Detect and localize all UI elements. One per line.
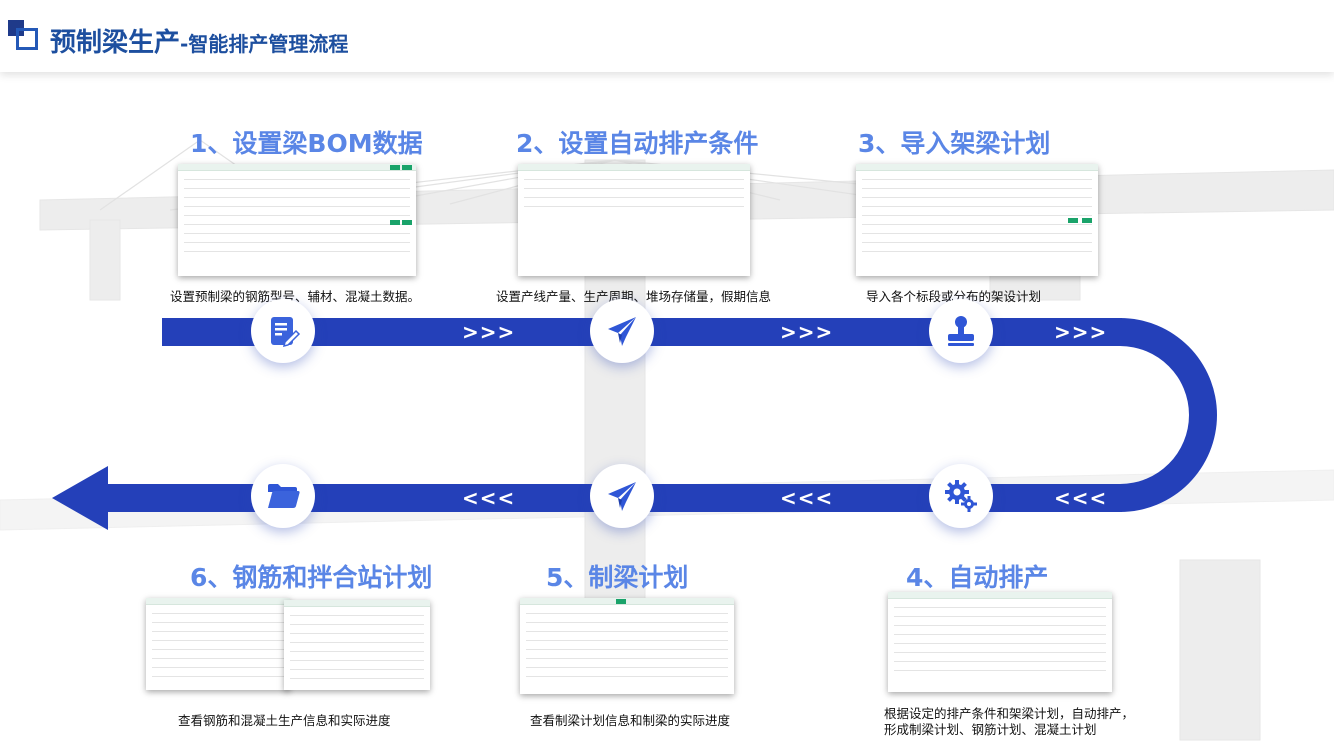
paper-plane-icon: [608, 317, 636, 346]
gears-icon: [945, 480, 977, 512]
step-5-description: 查看制梁计划信息和制梁的实际进度: [530, 713, 731, 728]
paper-plane-icon: [608, 482, 636, 511]
flow-arrows-5: <<<: [780, 486, 834, 510]
flow-arrows-6: <<<: [462, 486, 516, 510]
step-3-icon-circle: [929, 299, 993, 363]
edit-document-icon: [271, 317, 301, 348]
step-3-screenshot: [856, 164, 1098, 276]
flow-arrows-2: >>>: [780, 320, 834, 344]
step-2-title: 2、设置自动排产条件: [516, 129, 759, 158]
flow-arrows-1: >>>: [462, 320, 516, 344]
step-6-screenshot-a: [146, 598, 290, 690]
step-4-description-line2: 形成制梁计划、钢筋计划、混凝土计划: [884, 722, 1097, 737]
step-5-icon-circle: [590, 464, 654, 528]
step-4-title: 4、自动排产: [906, 563, 1049, 592]
step-3-title: 3、导入架梁计划: [858, 129, 1051, 158]
step-4-screenshot: [888, 592, 1112, 692]
step-1-screenshot: [178, 164, 416, 276]
step-6-screenshot-b: [284, 600, 430, 690]
step-5-screenshot: [520, 598, 734, 694]
flow-arrows-4: <<<: [1054, 486, 1108, 510]
step-1-icon-circle: [251, 299, 315, 363]
step-1-title: 1、设置梁BOM数据: [190, 129, 423, 158]
step-6-description: 查看钢筋和混凝土生产信息和实际进度: [178, 713, 391, 728]
step-4-icon-circle: [929, 464, 993, 528]
stamp-icon: [948, 316, 974, 346]
step-5-title: 5、制梁计划: [546, 563, 689, 592]
step-2-icon-circle: [590, 299, 654, 363]
step-6-title: 6、钢筋和拌合站计划: [190, 563, 433, 592]
step-6-icon-circle: [251, 464, 315, 528]
step-2-screenshot: [518, 164, 750, 276]
folder-icon: [268, 484, 300, 508]
flow-arrows-3: >>>: [1054, 320, 1108, 344]
